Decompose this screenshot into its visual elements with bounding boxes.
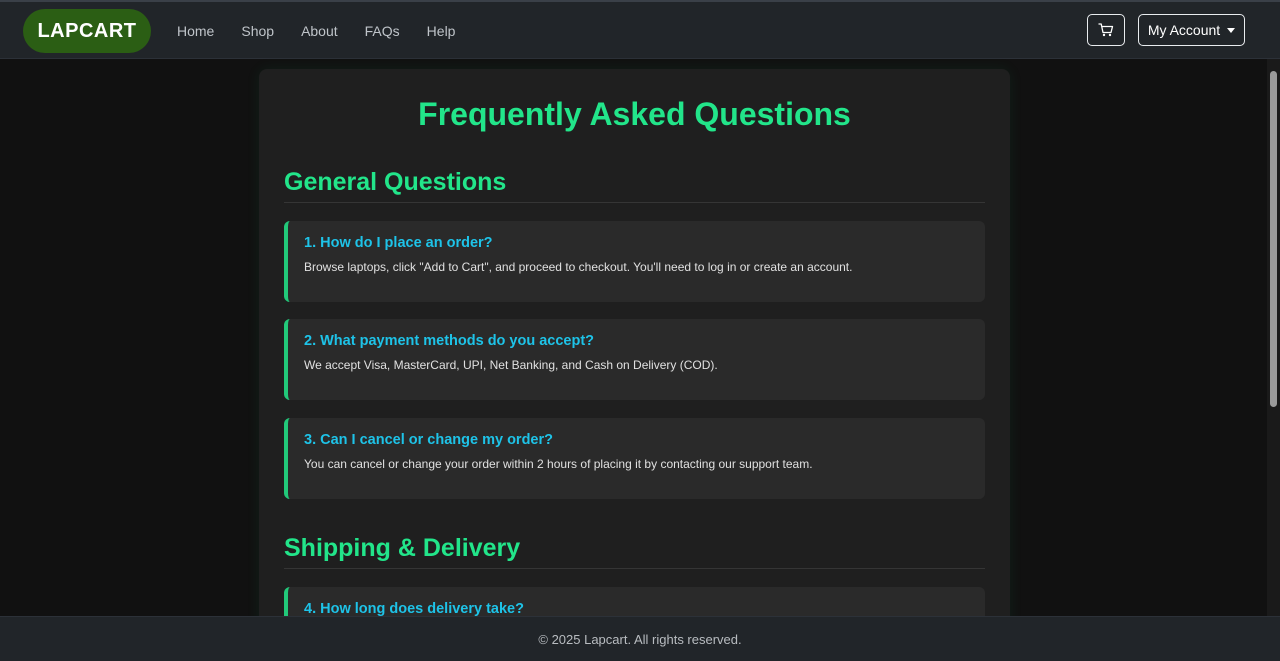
faq-item: 3. Can I cancel or change my order? You …: [284, 418, 985, 499]
scrollbar-thumb[interactable]: [1270, 71, 1277, 407]
faq-answer: Browse laptops, click "Add to Cart", and…: [304, 260, 853, 274]
nav-link-faqs[interactable]: FAQs: [365, 23, 400, 39]
nav-link-home[interactable]: Home: [177, 23, 214, 39]
faq-question: 3. Can I cancel or change my order?: [304, 432, 553, 448]
faq-question: 2. What payment methods do you accept?: [304, 333, 595, 349]
footer: © 2025 Lapcart. All rights reserved.: [0, 616, 1280, 661]
nav-link-shop[interactable]: Shop: [241, 23, 274, 39]
faq-question: 1. How do I place an order?: [304, 235, 493, 251]
faq-item: 1. How do I place an order? Browse lapto…: [284, 221, 985, 302]
page: LAPCART Home Shop About FAQs Help My Acc…: [0, 0, 1280, 661]
cart-icon: [1098, 23, 1114, 37]
section-title-general: General Questions: [284, 168, 985, 203]
faq-answer: We accept Visa, MasterCard, UPI, Net Ban…: [304, 358, 718, 372]
section-title-shipping: Shipping & Delivery: [284, 534, 985, 569]
faq-card: Frequently Asked Questions General Quest…: [259, 69, 1010, 661]
cart-button[interactable]: [1087, 14, 1125, 46]
my-account-dropdown[interactable]: My Account: [1138, 14, 1245, 46]
caret-down-icon: [1227, 27, 1236, 33]
navbar: LAPCART Home Shop About FAQs Help My Acc…: [0, 0, 1280, 59]
faq-answer: You can cancel or change your order with…: [304, 457, 813, 471]
faq-question: 4. How long does delivery take?: [304, 601, 524, 617]
copyright-text: © 2025 Lapcart. All rights reserved.: [538, 631, 742, 647]
nav-links: Home Shop About FAQs Help: [177, 2, 482, 59]
brand-logo[interactable]: LAPCART: [23, 9, 151, 53]
faq-item: 2. What payment methods do you accept? W…: [284, 319, 985, 400]
nav-link-help[interactable]: Help: [427, 23, 456, 39]
scrollbar[interactable]: [1267, 59, 1280, 616]
page-title: Frequently Asked Questions: [418, 96, 851, 132]
nav-link-about[interactable]: About: [301, 23, 338, 39]
my-account-label: My Account: [1147, 22, 1221, 38]
